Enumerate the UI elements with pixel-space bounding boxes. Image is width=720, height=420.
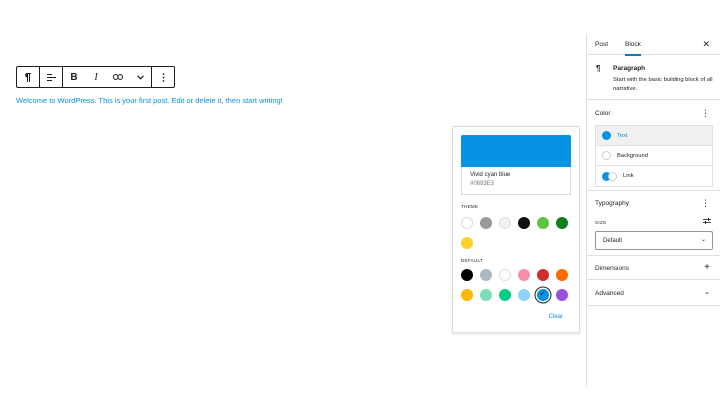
color-item-link[interactable]: Link [596, 166, 712, 186]
default-color-swatch[interactable] [499, 269, 511, 281]
toolbar-group-options [152, 67, 174, 87]
link-icon[interactable] [107, 67, 129, 87]
chevron-down-icon[interactable] [129, 67, 151, 87]
color-item-background[interactable]: Background [596, 146, 712, 166]
theme-color-swatch[interactable] [556, 217, 568, 229]
block-toolbar: B I [16, 66, 175, 88]
color-panel: Color ⋮ Text Background Link [587, 100, 720, 191]
chevron-down-icon[interactable]: ⌄ [704, 288, 710, 296]
font-size-select[interactable]: Default ⌄ [595, 231, 713, 250]
dimensions-panel[interactable]: Dimensions + [587, 256, 720, 280]
advanced-panel[interactable]: Advanced ⌄ [587, 280, 720, 306]
color-picker-popover: Vivid cyan blue #0693E3 THEME DEFAULT Cl… [452, 126, 580, 333]
theme-color-swatch[interactable] [518, 217, 530, 229]
theme-color-swatch[interactable] [461, 237, 473, 249]
settings-sidebar: Post Block ✕ ¶ Paragraph Start with the … [586, 34, 720, 386]
font-size-value: Default [603, 237, 623, 244]
more-vertical-icon[interactable]: ⋮ [701, 109, 710, 118]
default-color-swatch[interactable] [556, 289, 568, 301]
toolbar-group-format: B I [63, 67, 152, 87]
toolbar-group-align [40, 67, 63, 87]
toolbar-group-transform [17, 67, 40, 87]
theme-color-swatch[interactable] [499, 217, 511, 229]
block-description: Start with the basic building block of a… [613, 77, 713, 92]
default-color-swatch[interactable] [480, 269, 492, 281]
more-vertical-icon[interactable] [152, 67, 174, 87]
text-color-indicator [602, 131, 611, 140]
default-color-swatch[interactable] [518, 289, 530, 301]
default-color-swatch[interactable] [480, 289, 492, 301]
clear-button[interactable]: Clear [549, 314, 563, 320]
selected-color-name: Vivid cyan blue [470, 172, 511, 178]
selected-color-info: Vivid cyan blue #0693E3 [461, 167, 571, 195]
paragraph-icon: ¶ [596, 64, 601, 73]
default-color-swatch[interactable] [537, 269, 549, 281]
theme-palette-label: THEME [461, 204, 479, 209]
tab-block[interactable]: Block [625, 34, 641, 56]
default-palette-label: DEFAULT [461, 258, 484, 263]
italic-icon[interactable]: I [85, 67, 107, 87]
background-color-indicator [602, 151, 611, 160]
bold-icon[interactable]: B [63, 67, 85, 87]
custom-size-icon[interactable] [703, 218, 711, 226]
block-card: ¶ Paragraph Start with the basic buildin… [587, 55, 720, 100]
default-color-swatch[interactable] [537, 288, 549, 301]
typography-panel-title: Typography [595, 200, 629, 207]
link-color-indicator [602, 171, 617, 181]
link-hover-color-dot [608, 171, 617, 181]
size-label: SIZE [595, 220, 607, 225]
typography-panel: Typography ⋮ SIZE Default ⌄ [587, 191, 720, 256]
close-icon[interactable]: ✕ [702, 39, 710, 50]
paragraph-block[interactable]: Welcome to WordPress. This is your first… [16, 96, 283, 105]
advanced-panel-title: Advanced [595, 290, 624, 297]
default-color-swatch[interactable] [518, 269, 530, 281]
theme-palette [461, 217, 581, 257]
color-item-label: Text [617, 132, 628, 139]
paragraph-icon[interactable] [17, 67, 39, 87]
color-item-label: Background [617, 152, 648, 159]
tab-post[interactable]: Post [595, 34, 608, 55]
color-item-label: Link [623, 173, 634, 179]
default-color-swatch[interactable] [556, 269, 568, 281]
default-color-swatch[interactable] [461, 269, 473, 281]
default-palette [461, 269, 581, 309]
color-panel-title: Color [595, 110, 611, 117]
more-vertical-icon[interactable]: ⋮ [701, 199, 710, 208]
selected-color-hex: #0693E3 [470, 181, 495, 187]
sidebar-tabs: Post Block ✕ [587, 34, 720, 56]
theme-color-swatch[interactable] [480, 217, 492, 229]
color-settings-list: Text Background Link [595, 125, 713, 187]
selected-color-preview[interactable] [461, 135, 571, 167]
theme-color-swatch[interactable] [537, 217, 549, 229]
default-color-swatch[interactable] [499, 289, 511, 301]
theme-color-swatch[interactable] [461, 217, 473, 229]
plus-icon[interactable]: + [704, 263, 710, 273]
chevron-down-icon: ⌄ [700, 237, 706, 243]
default-color-swatch[interactable] [461, 289, 473, 301]
dimensions-panel-title: Dimensions [595, 265, 629, 272]
color-item-text[interactable]: Text [596, 126, 712, 146]
align-left-icon[interactable] [40, 67, 62, 87]
block-title: Paragraph [613, 65, 646, 72]
